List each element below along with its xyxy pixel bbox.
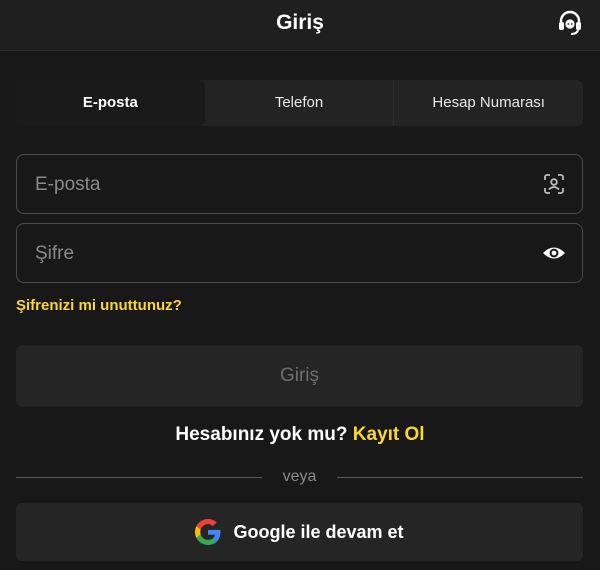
email-input[interactable] <box>33 155 527 215</box>
register-prompt: Hesabınız yok mu? Kayıt Ol <box>0 424 600 446</box>
forgot-password-link[interactable]: Şifrenizi mi unuttunuz? <box>16 297 182 314</box>
register-link[interactable]: Kayıt Ol <box>353 424 425 445</box>
login-button[interactable]: Giriş <box>16 345 583 407</box>
headset-icon[interactable] <box>556 9 584 37</box>
google-button-label: Google ile devam et <box>233 521 404 542</box>
tab-phone[interactable]: Telefon <box>205 80 394 126</box>
password-input[interactable] <box>33 224 527 284</box>
tab-account-number[interactable]: Hesap Numarası <box>394 80 583 126</box>
tab-email[interactable]: E-posta <box>16 80 205 126</box>
register-prompt-text: Hesabınız yok mu? <box>175 424 348 445</box>
page-title: Giriş <box>276 11 324 34</box>
login-method-tabs: E-posta Telefon Hesap Numarası <box>16 80 583 126</box>
or-divider: veya <box>16 466 583 490</box>
google-signin-button[interactable]: Google ile devam et <box>16 503 583 561</box>
face-scan-icon[interactable] <box>542 172 566 196</box>
password-field <box>16 223 583 284</box>
google-icon <box>195 519 221 545</box>
eye-icon[interactable] <box>542 241 566 265</box>
email-field <box>16 154 583 215</box>
divider-line-right <box>337 477 583 478</box>
top-bar: Giriş <box>0 0 600 51</box>
